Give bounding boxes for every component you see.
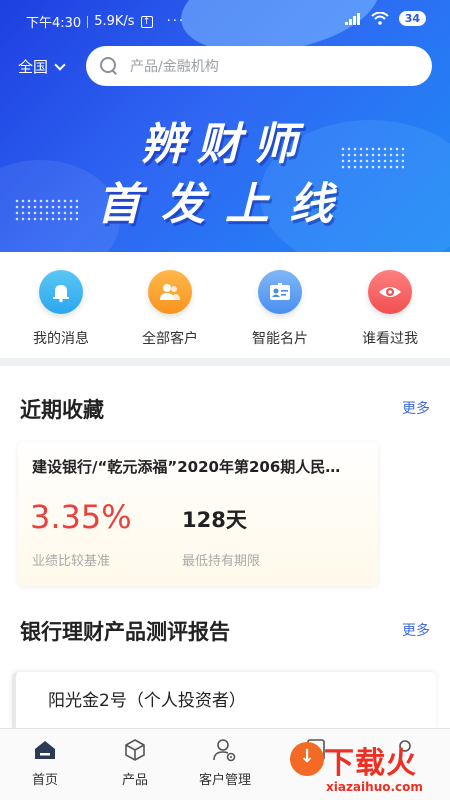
- home-icon: [20, 737, 70, 763]
- wifi-icon: [371, 12, 389, 25]
- product-rate-label: 业绩比较基准: [32, 554, 111, 569]
- nav-tab-home[interactable]: 首页: [20, 737, 70, 788]
- chevron-down-icon: [54, 58, 66, 71]
- quick-entry-label: 全部客户: [142, 331, 198, 347]
- upload-icon: ↑: [140, 15, 153, 28]
- search-placeholder: 产品/金融机构: [130, 59, 219, 75]
- status-divider: [87, 15, 89, 28]
- quick-entry-visitors[interactable]: 谁看过我: [340, 270, 440, 348]
- nav-label: 首页: [31, 773, 58, 788]
- nav-tab-products[interactable]: 产品: [110, 737, 160, 788]
- product-hold-days: 128天: [182, 508, 247, 532]
- user-gear-icon: [190, 737, 260, 763]
- battery-indicator: 34: [398, 11, 426, 26]
- watermark-text: 下载火: [324, 746, 417, 781]
- product-name: 建设银行/“乾元添福”2020年第206期人民…: [32, 458, 341, 476]
- download-icon: [290, 742, 324, 776]
- status-speed: 5.9K/s: [94, 14, 135, 29]
- favorites-title: 近期收藏: [20, 398, 104, 422]
- status-bar: 下午4:30 5.9K/s ↑ ··· 34: [0, 0, 450, 40]
- banner[interactable]: 下午4:30 5.9K/s ↑ ··· 34 全国 产品/金融机构 辨财师 首发…: [0, 0, 450, 252]
- banner-subtitle: 首发上线: [97, 179, 353, 230]
- product-rate: 3.35%: [30, 498, 132, 536]
- status-dots: ···: [166, 14, 185, 29]
- nav-label: 产品: [121, 773, 148, 788]
- region-selector[interactable]: 全国: [18, 56, 66, 77]
- nav-tab-customers[interactable]: 客户管理: [190, 737, 260, 788]
- report-item[interactable]: 阳光金2号（个人投资者）: [12, 672, 436, 728]
- search-input[interactable]: 产品/金融机构: [86, 46, 432, 86]
- search-icon: [100, 57, 118, 75]
- product-hold-label: 最低持有期限: [182, 554, 261, 569]
- quick-entry-namecard[interactable]: 智能名片: [230, 270, 330, 348]
- banner-title: 辨财师: [141, 119, 309, 170]
- main-content: 近期收藏 更多 建设银行/“乾元添福”2020年第206期人民… 3.35% 1…: [0, 366, 450, 728]
- watermark-logo: 下载火 xiazaihuo.com: [282, 736, 450, 800]
- region-label: 全国: [18, 58, 49, 76]
- users-icon: [148, 270, 192, 314]
- id-card-icon: [258, 270, 302, 314]
- section-divider: [0, 358, 450, 366]
- quick-entry-customers[interactable]: 全部客户: [120, 270, 220, 348]
- bell-icon: [39, 270, 83, 314]
- quick-entry-label: 谁看过我: [362, 331, 418, 347]
- nav-label: 客户管理: [198, 773, 251, 788]
- quick-entry-label: 我的消息: [33, 331, 89, 347]
- eye-icon: [368, 270, 412, 314]
- favorite-product-card[interactable]: 建设银行/“乾元添福”2020年第206期人民… 3.35% 128天 业绩比较…: [18, 442, 378, 586]
- quick-entry-messages[interactable]: 我的消息: [11, 270, 111, 348]
- reports-more-link[interactable]: 更多: [402, 620, 430, 640]
- signal-icon: [344, 12, 360, 25]
- quick-entry-bar: 我的消息 全部客户 智能名片 谁看过我: [0, 252, 450, 358]
- watermark-url: xiazaihuo.com: [326, 780, 423, 794]
- reports-title: 银行理财产品测评报告: [20, 620, 230, 644]
- quick-entry-label: 智能名片: [252, 331, 308, 347]
- box-icon: [110, 737, 160, 763]
- status-time: 下午4:30: [26, 16, 82, 31]
- report-item-name: 阳光金2号（个人投资者）: [48, 691, 246, 711]
- favorites-more-link[interactable]: 更多: [402, 398, 430, 418]
